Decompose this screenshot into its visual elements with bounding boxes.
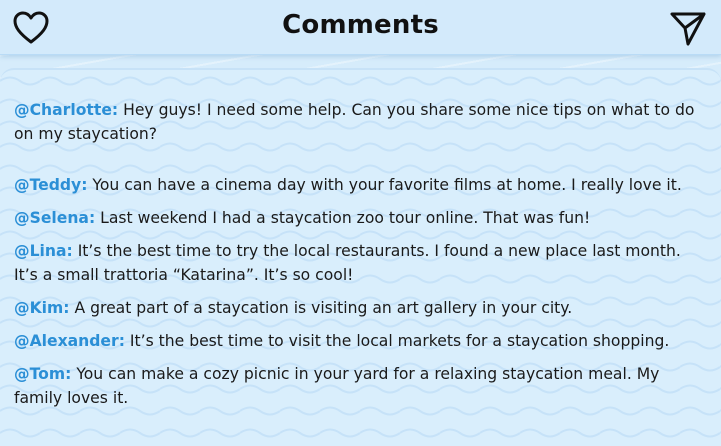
comment-text: It’s the best time to try the local rest… bbox=[14, 242, 681, 284]
comment-username[interactable]: @Alexander: bbox=[14, 332, 125, 350]
comments-panel[interactable]: @Charlotte: Hey guys! I need some help. … bbox=[0, 68, 721, 446]
comment-item: @Charlotte: Hey guys! I need some help. … bbox=[14, 98, 704, 146]
comment-item: @Selena: Last weekend I had a staycation… bbox=[14, 206, 704, 230]
comment-item: @Teddy: You can have a cinema day with y… bbox=[14, 173, 704, 197]
comment-username[interactable]: @Charlotte: bbox=[14, 101, 118, 119]
top-bar: Comments bbox=[0, 0, 721, 55]
comment-item: @Lina: It’s the best time to try the loc… bbox=[14, 239, 704, 287]
comment-text: Last weekend I had a staycation zoo tour… bbox=[95, 209, 591, 227]
comment-item: @Alexander: It’s the best time to visit … bbox=[14, 329, 704, 353]
comment-text: You can make a cozy picnic in your yard … bbox=[14, 365, 660, 407]
comment-text: A great part of a staycation is visiting… bbox=[69, 299, 573, 317]
page-title: Comments bbox=[282, 10, 439, 40]
comment-item: @Tom: You can make a cozy picnic in your… bbox=[14, 362, 704, 410]
comment-username[interactable]: @Lina: bbox=[14, 242, 73, 260]
comment-item: @Kim: A great part of a staycation is vi… bbox=[14, 296, 704, 320]
comment-text: It’s the best time to visit the local ma… bbox=[124, 332, 670, 350]
comment-username[interactable]: @Tom: bbox=[14, 365, 71, 383]
comment-text: You can have a cinema day with your favo… bbox=[87, 176, 682, 194]
comment-username[interactable]: @Kim: bbox=[14, 299, 70, 317]
send-icon[interactable] bbox=[668, 8, 708, 48]
comment-username[interactable]: @Teddy: bbox=[14, 176, 87, 194]
comment-username[interactable]: @Selena: bbox=[14, 209, 95, 227]
comment-list: @Charlotte: Hey guys! I need some help. … bbox=[14, 98, 704, 419]
